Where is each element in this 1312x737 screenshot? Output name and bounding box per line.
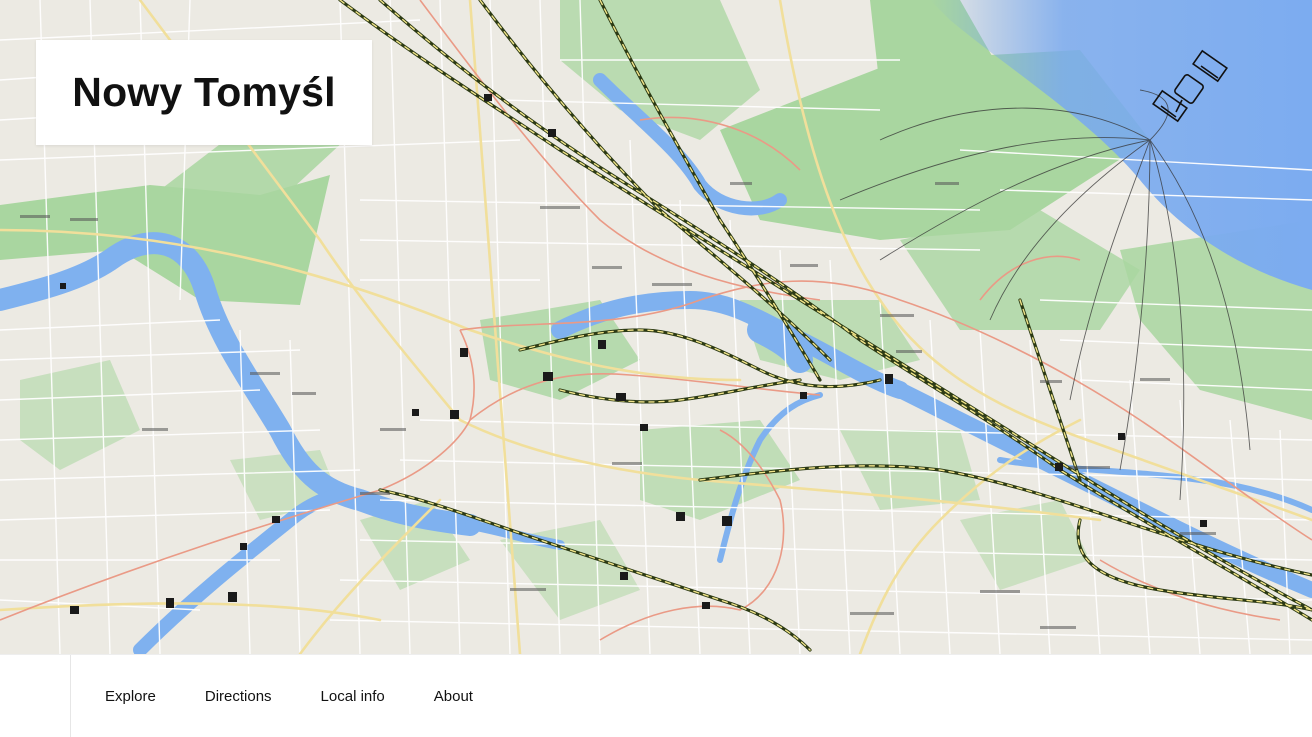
nav-about[interactable]: About	[434, 688, 473, 705]
nav-directions[interactable]: Directions	[205, 688, 272, 705]
place-title: Nowy Tomyśl	[72, 69, 336, 115]
bottom-nav-bar: Explore Directions Local info About	[0, 654, 1312, 737]
nav-divider	[70, 655, 71, 737]
nav-local-info[interactable]: Local info	[321, 688, 385, 705]
nav-explore[interactable]: Explore	[105, 688, 156, 705]
place-title-card: Nowy Tomyśl	[36, 40, 372, 145]
main-nav: Explore Directions Local info About	[105, 655, 473, 737]
